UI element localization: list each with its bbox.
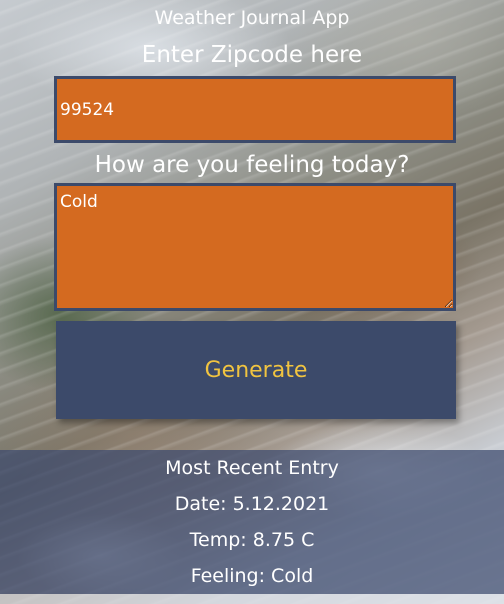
- zip-label: Enter Zipcode here: [141, 42, 363, 68]
- entry-temp: Temp: 8.75 C: [189, 529, 315, 551]
- entry-date: Date: 5.12.2021: [174, 493, 330, 515]
- feeling-label: How are you feeling today?: [94, 152, 410, 178]
- recent-entry-heading: Most Recent Entry: [165, 457, 339, 479]
- page-bottom-edge: [0, 594, 504, 604]
- zip-input[interactable]: [54, 76, 456, 143]
- feeling-textarea[interactable]: Cold: [54, 183, 456, 311]
- recent-entry-panel: Most Recent Entry Date: 5.12.2021 Temp: …: [0, 450, 504, 594]
- entry-feeling: Feeling: Cold: [190, 565, 314, 587]
- app-title: Weather Journal App: [154, 7, 350, 29]
- generate-button[interactable]: Generate: [56, 321, 456, 419]
